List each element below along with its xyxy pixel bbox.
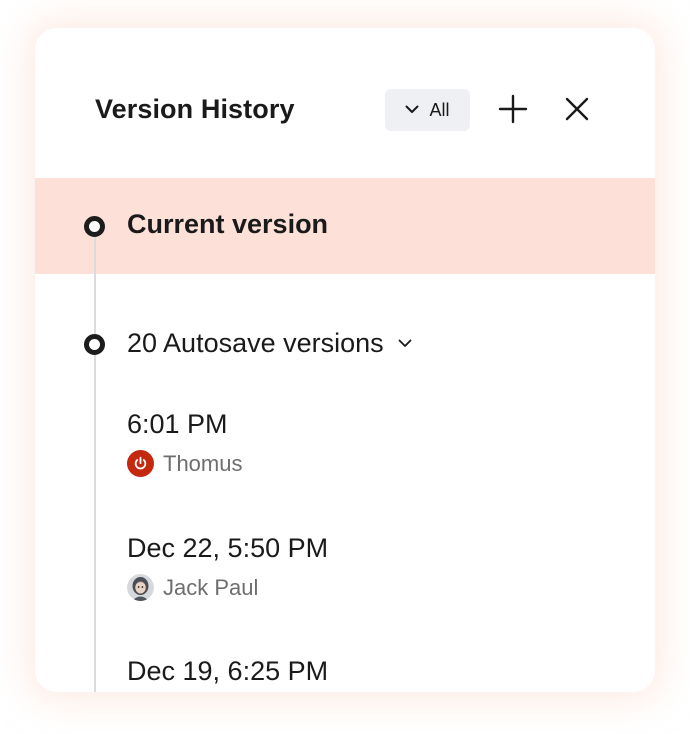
filter-label: All xyxy=(429,99,450,120)
autosave-versions-toggle[interactable]: 20 Autosave versions xyxy=(127,328,412,359)
filter-dropdown-button[interactable]: All xyxy=(385,89,470,131)
close-button[interactable] xyxy=(560,94,594,128)
panel-header: Version History All xyxy=(35,28,655,178)
stage: Version History All Current version 20 A… xyxy=(0,0,690,734)
plus-icon xyxy=(498,94,528,129)
version-history-panel: Version History All Current version 20 A… xyxy=(35,28,655,692)
version-time: Dec 22, 5:50 PM xyxy=(127,533,329,563)
timeline-line xyxy=(94,226,96,692)
add-version-button[interactable] xyxy=(496,94,530,128)
timeline-node-icon xyxy=(84,216,105,237)
version-time: Dec 19, 6:25 PM xyxy=(127,656,329,686)
version-author: Thomus xyxy=(127,450,242,477)
current-version-row[interactable]: Current version xyxy=(35,178,655,274)
power-icon xyxy=(127,450,154,477)
chevron-down-icon xyxy=(398,335,412,353)
timeline-node-icon xyxy=(84,334,105,355)
author-name: Jack Paul xyxy=(163,574,259,600)
avatar xyxy=(127,574,154,601)
version-time: 6:01 PM xyxy=(127,409,228,439)
author-name: Thomus xyxy=(163,450,243,476)
panel-title: Version History xyxy=(95,94,295,124)
current-version-label: Current version xyxy=(127,209,329,239)
version-item[interactable]: Dec 22, 5:50 PM Jack Paul xyxy=(127,533,328,601)
version-author: Jack Paul xyxy=(127,574,328,601)
version-item[interactable]: Dec 19, 6:25 PM xyxy=(127,656,328,687)
autosave-versions-label: 20 Autosave versions xyxy=(127,328,384,358)
chevron-down-icon xyxy=(405,101,419,119)
version-item[interactable]: 6:01 PM Thomus xyxy=(127,409,242,477)
close-icon xyxy=(565,97,589,126)
